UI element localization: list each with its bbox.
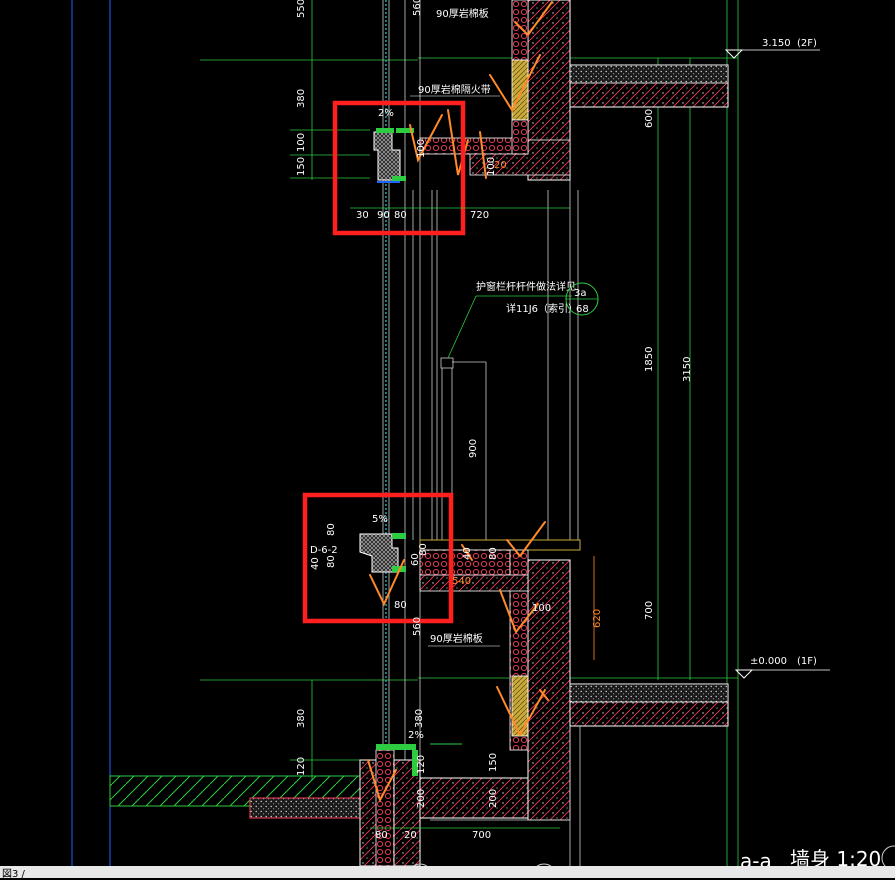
level-elevation-2f: 3.150: [762, 38, 791, 49]
callout-bubble-bottom: 68: [576, 304, 589, 315]
dim-120-base-a: 120: [296, 757, 307, 776]
callout-text-line1: 护窗栏杆杆件做法详见: [476, 280, 576, 293]
callout-bubble-top: 3a: [574, 288, 587, 299]
dim-100-lower: 100: [532, 603, 551, 614]
lower-note: 90厚岩棉板: [430, 632, 483, 645]
dim-550: 550: [296, 0, 307, 18]
dim-380-base-b: 380: [414, 709, 425, 728]
dim-1850: 1850: [644, 347, 655, 372]
bottom-dim-90: 90: [377, 210, 390, 221]
bottom-dim-80: 80: [394, 210, 407, 221]
dim-150-base: 150: [488, 753, 499, 772]
dim-540: 540: [452, 576, 471, 587]
dim-100-b: 100: [416, 139, 427, 158]
dim-900: 900: [468, 439, 479, 458]
dim-80-d: 80: [488, 547, 499, 560]
dim-700: 700: [644, 601, 655, 620]
level-elevation-1f: ±0.000: [750, 656, 787, 667]
level-floor-1f: (1F): [797, 656, 817, 667]
railing-rod: [440, 357, 487, 540]
base-structure: [109, 726, 581, 867]
upper-sill: [373, 128, 414, 183]
dim-80-base: 80: [375, 830, 388, 841]
dim-560: 560: [412, 0, 423, 16]
dim-200-base-b: 200: [488, 789, 499, 808]
frame-lines: [71, 0, 111, 866]
dim-200-base-a: 200: [416, 789, 427, 808]
dim-100-upper: 100: [296, 133, 307, 152]
middle-dimensions: 900 1850 3150 700 620: [468, 347, 693, 660]
dim-20: 20: [494, 160, 507, 171]
dim-380: 380: [296, 89, 307, 108]
dim-40-b: 40: [462, 547, 473, 560]
dim-150-upper: 150: [296, 157, 307, 176]
level-marker-1f[interactable]: ±0.000 (1F): [734, 656, 830, 679]
bottom-dim-30: 30: [356, 210, 369, 221]
dim-80-e: 80: [394, 600, 407, 611]
dim-40: 40: [310, 557, 321, 570]
upper-note-2: 90厚岩棉隔火带: [418, 83, 491, 96]
callout-railing[interactable]: 护窗栏杆杆件做法详见 详11J6（索引） 3a 68: [447, 280, 599, 359]
bottom-dim-720: 720: [470, 210, 489, 221]
base-slope: 2%: [408, 730, 424, 741]
dim-3150: 3150: [682, 357, 693, 382]
dim-600: 600: [644, 109, 655, 128]
dim-560-lower: 560: [412, 617, 423, 636]
dim-80-a: 80: [326, 523, 337, 536]
status-bar: 図3 /: [0, 866, 895, 880]
lower-ref: D-6-2: [310, 545, 338, 556]
lower-sill: [359, 533, 406, 573]
dim-380-base-a: 380: [296, 709, 307, 728]
lower-slope: 5%: [372, 514, 388, 525]
level-floor-2f: (2F): [797, 38, 817, 49]
dim-80-b: 80: [326, 555, 337, 568]
upper-note-1: 90厚岩棉板: [436, 7, 489, 20]
reference-lines: [200, 0, 739, 866]
upper-insulation: [419, 0, 529, 155]
upper-slope: 2%: [378, 108, 394, 119]
dim-80-c: 80: [418, 543, 429, 556]
dim-700-base: 700: [472, 830, 491, 841]
cad-drawing-canvas[interactable]: 3.150 (2F) ±0.000 (1F) 90厚岩棉板 90厚岩棉隔火带 2…: [0, 0, 895, 878]
level-marker-2f[interactable]: 3.150 (2F): [724, 38, 820, 59]
dim-120-base-b: 120: [416, 755, 427, 774]
dim-20-base: 20: [404, 830, 417, 841]
upper-annotations: 90厚岩棉板 90厚岩棉隔火带 2% 550 560 380 100 150 1…: [296, 0, 655, 221]
